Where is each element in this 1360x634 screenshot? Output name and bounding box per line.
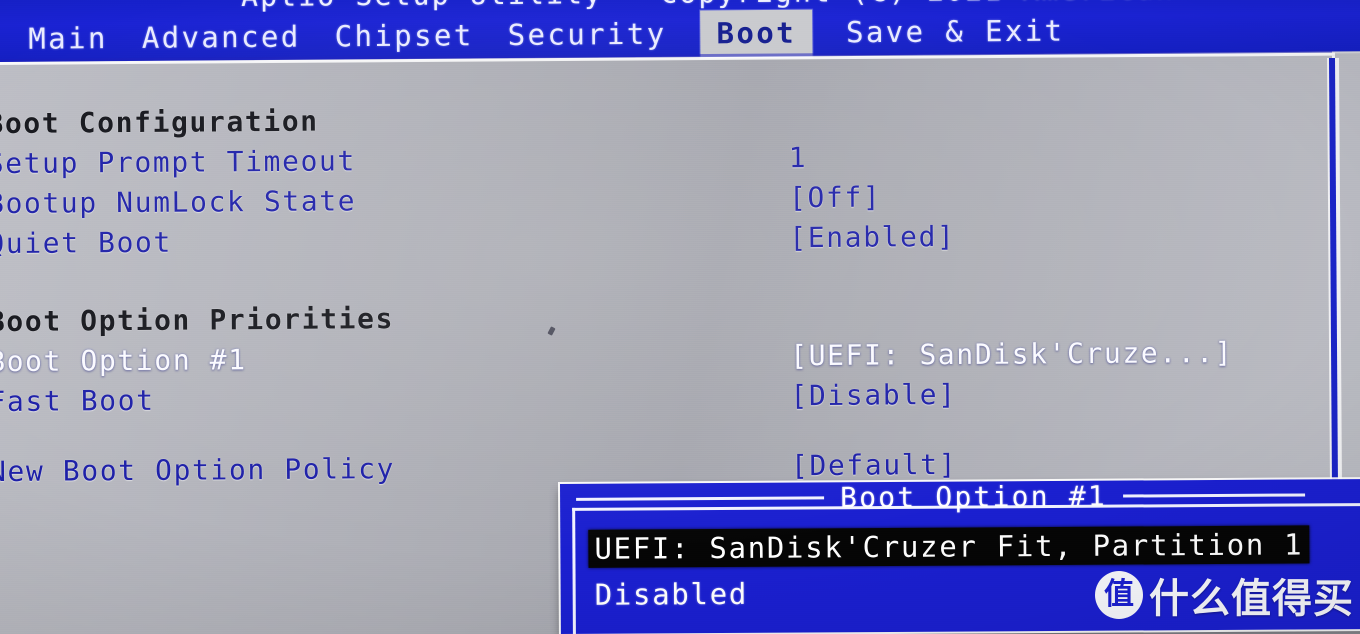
setting-value[interactable]: [Off] <box>789 178 882 219</box>
watermark-logo-icon: 值 <box>1095 571 1143 619</box>
setting-label: Boot Configuration <box>0 104 319 141</box>
setting-value[interactable]: [Enabled] <box>789 217 955 258</box>
setting-value[interactable]: [Disable] <box>790 375 956 416</box>
popup-title-row: Boot Option #1 <box>572 477 1360 516</box>
setting-label: Setup Prompt Timeout <box>0 144 357 181</box>
row-quiet-boot[interactable]: Quiet Boot [Enabled] <box>0 214 1321 264</box>
setting-label: Boot Option #1 <box>0 343 247 379</box>
popup-title: Boot Option #1 <box>839 479 1107 514</box>
setting-label: New Boot Option Policy <box>0 452 396 489</box>
setting-label: Boot Option Priorities <box>0 302 395 339</box>
help-panel <box>1340 59 1360 482</box>
popup-option-disabled[interactable]: Disabled <box>595 575 749 614</box>
popup-rule-left <box>576 495 825 501</box>
tab-boot[interactable]: Boot <box>700 9 813 59</box>
tab-advanced[interactable]: Advanced <box>142 14 301 63</box>
bios-setup-screen: Aptio Setup Utility - Copyright (C) 2021… <box>0 0 1360 634</box>
popup-rule-right <box>1122 492 1305 498</box>
setting-label: Quiet Boot <box>0 225 173 261</box>
settings-list: Boot Configuration Setup Prompt Timeout … <box>0 52 1333 488</box>
setting-label: Bootup NumLock State <box>0 184 357 221</box>
setting-label: Fast Boot <box>0 383 155 419</box>
tab-security[interactable]: Security <box>508 11 667 60</box>
watermark-text: 什么值得买 <box>1149 576 1354 622</box>
watermark: 值 什么值得买 <box>1095 566 1354 624</box>
tab-main[interactable]: Main <box>28 15 108 64</box>
setting-value[interactable]: 1 <box>789 138 808 178</box>
setting-value[interactable]: [UEFI: SanDisk'Cruze...] <box>790 333 1233 376</box>
tab-save-and-exit[interactable]: Save & Exit <box>846 8 1065 58</box>
tab-chipset[interactable]: Chipset <box>334 12 474 61</box>
row-fast-boot[interactable]: Fast Boot [Disable] <box>0 372 1322 422</box>
popup-option-uefi-sandisk[interactable]: UEFI: SanDisk'Cruzer Fit, Partition 1 <box>588 525 1310 568</box>
